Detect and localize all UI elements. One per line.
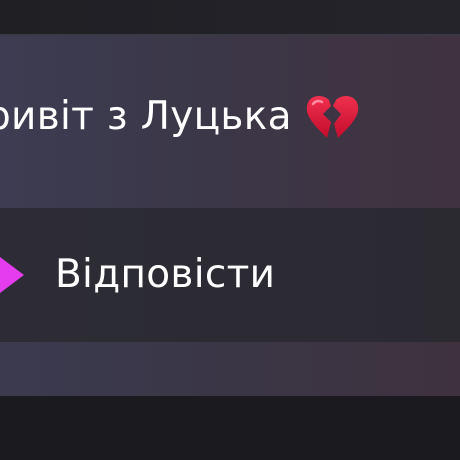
broken-heart-icon bbox=[306, 96, 359, 138]
message-card-next[interactable] bbox=[0, 342, 460, 396]
reply-arrow-icon bbox=[0, 257, 24, 293]
top-bar bbox=[0, 0, 460, 34]
reply-label: Відповісти bbox=[55, 252, 276, 297]
bottom-bar bbox=[0, 396, 460, 460]
screen: ривіт з Луцька Відповісти bbox=[0, 0, 460, 460]
message-text: ривіт з Луцька bbox=[0, 94, 292, 139]
